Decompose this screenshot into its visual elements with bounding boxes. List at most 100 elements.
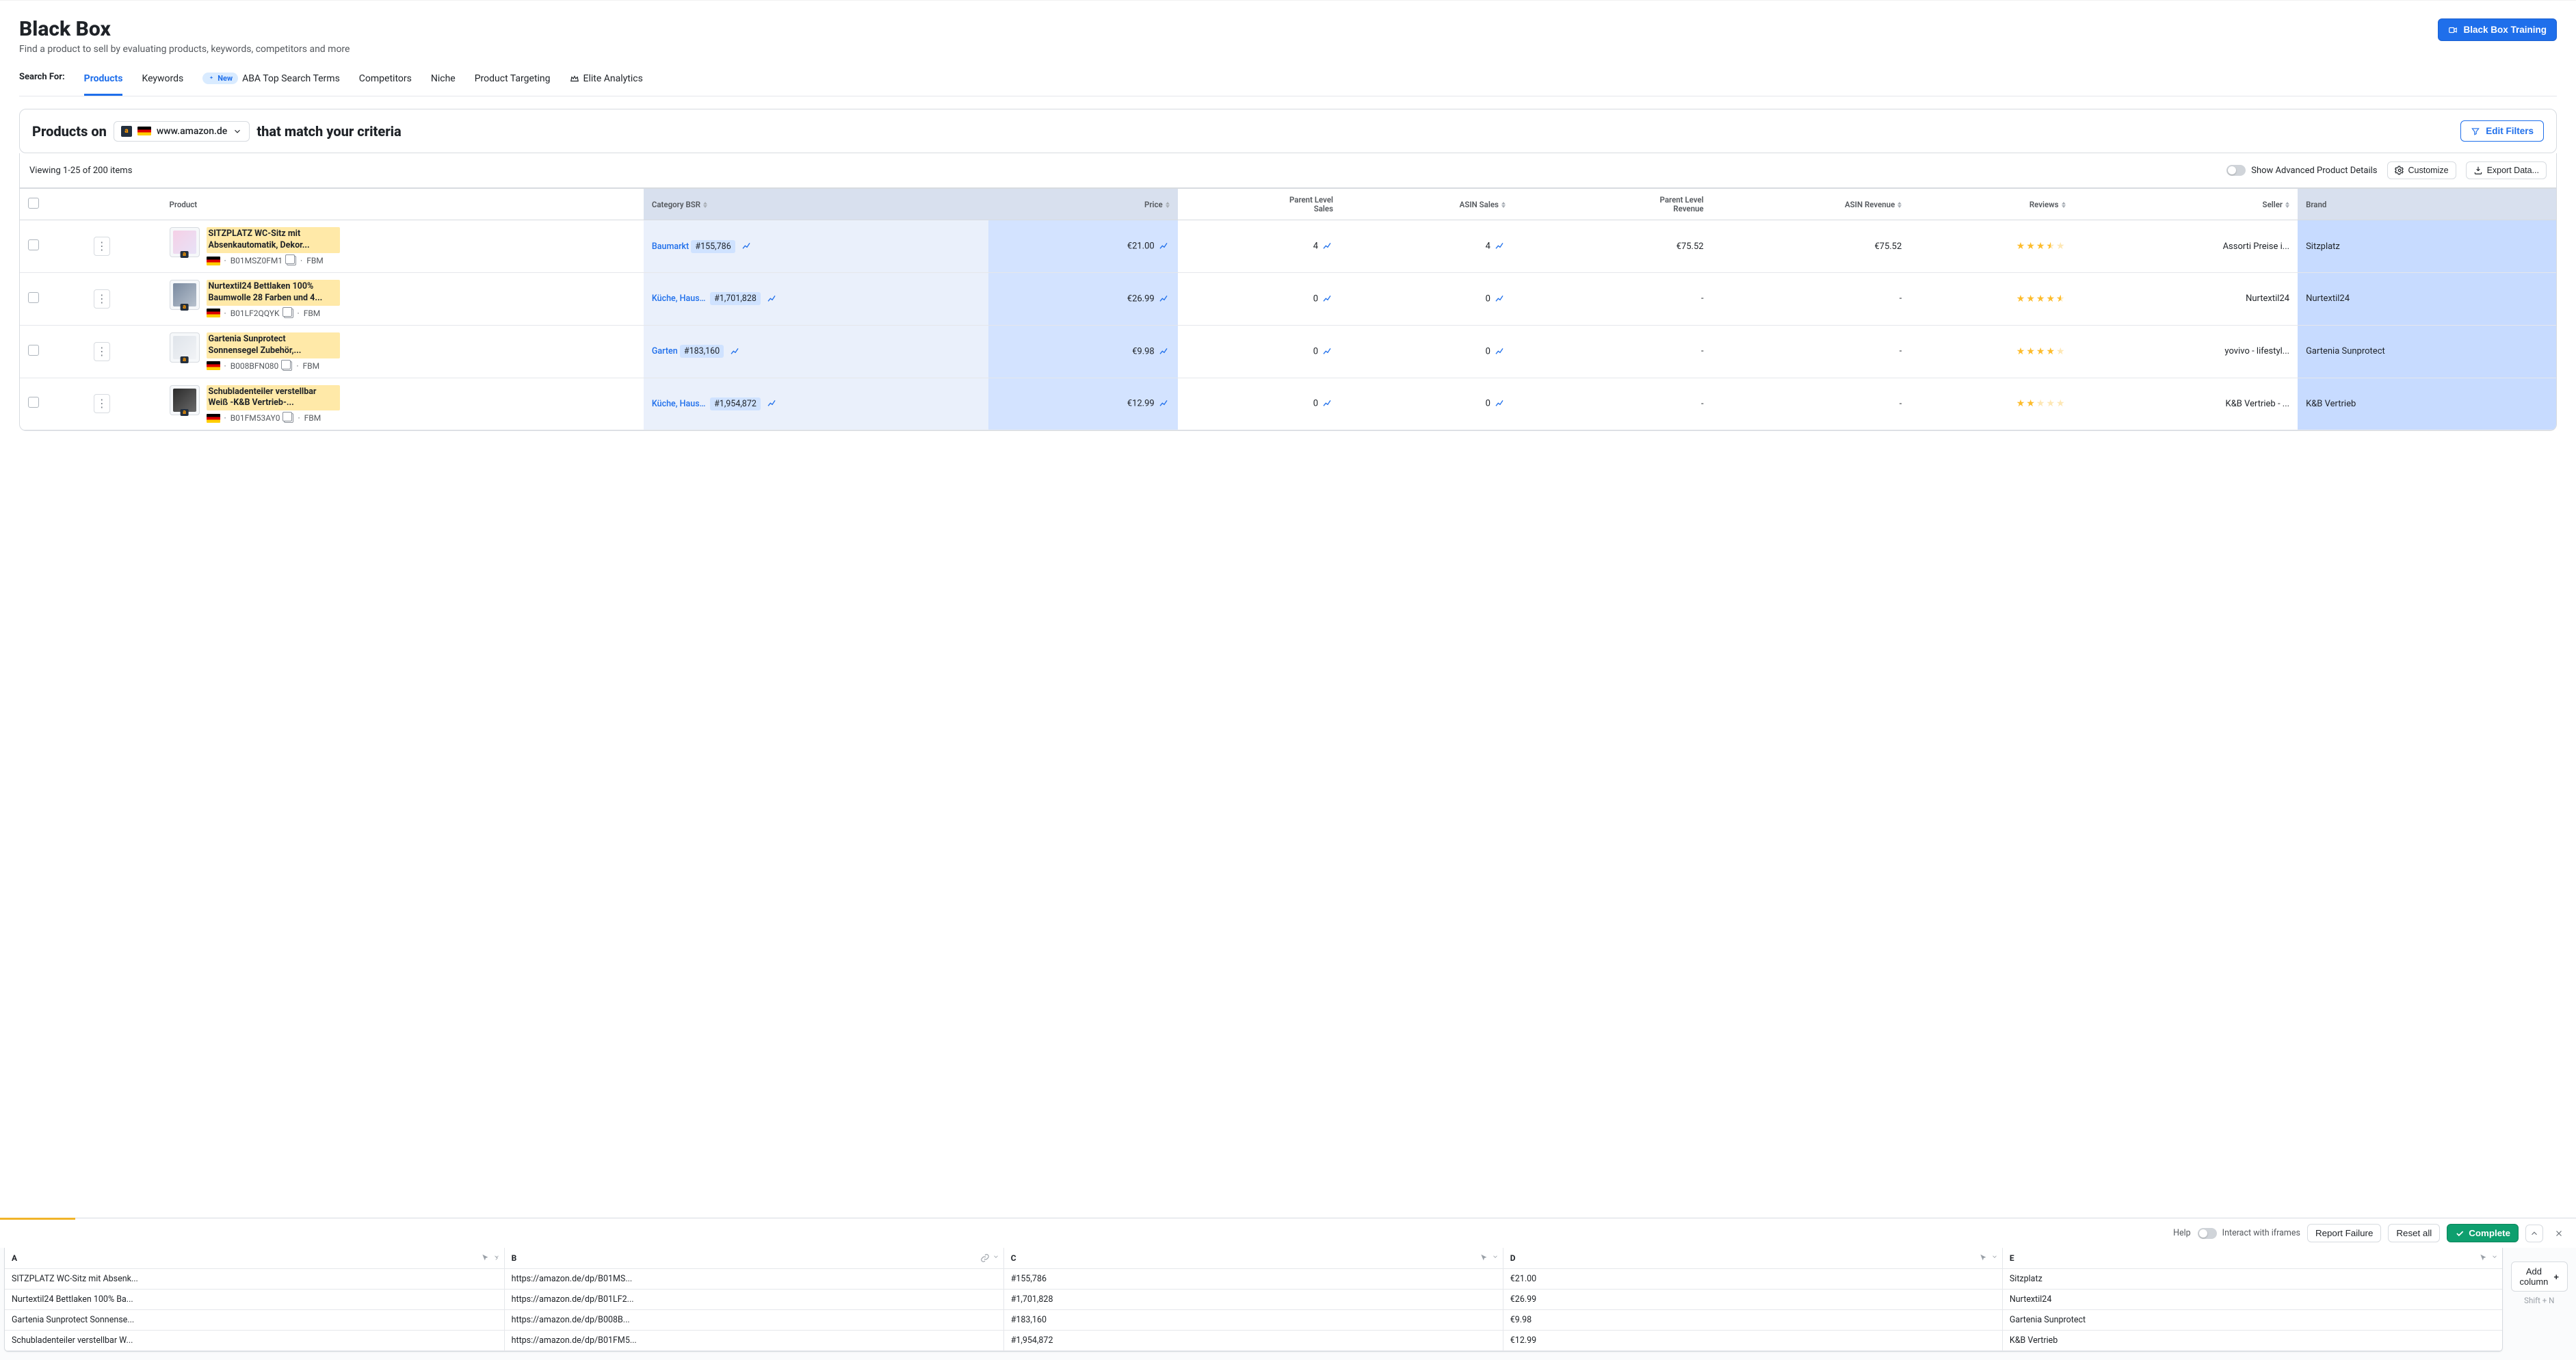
col-category-bsr[interactable]: Category BSR [644, 189, 988, 220]
sheet-cell[interactable]: €9.98 [1503, 1310, 2002, 1331]
export-button[interactable]: Export Data... [2466, 161, 2547, 179]
copy-icon[interactable] [287, 256, 296, 265]
tab-product-targeting[interactable]: Product Targeting [475, 69, 551, 96]
trend-icon[interactable] [1159, 398, 1170, 409]
trend-icon[interactable] [1495, 293, 1506, 304]
sheet-cell[interactable]: Sitzplatz [2002, 1269, 2501, 1290]
row-menu-button[interactable]: ⋮ [94, 237, 110, 256]
tab-aba-top-search-terms[interactable]: New ABA Top Search Terms [202, 68, 340, 96]
trend-icon[interactable] [767, 398, 778, 409]
sheet-cell[interactable]: https://amazon.de/dp/B01MS... [504, 1269, 1003, 1290]
sheet-cell[interactable]: https://amazon.de/dp/B01FM5... [504, 1331, 1003, 1351]
report-failure-button[interactable]: Report Failure [2307, 1224, 2381, 1242]
trend-icon[interactable] [1322, 293, 1333, 304]
col-reviews[interactable]: Reviews [1910, 189, 2073, 220]
product-thumbnail[interactable]: a [170, 280, 200, 310]
category-link[interactable]: Garten [652, 346, 678, 356]
edit-filters-button[interactable]: Edit Filters [2460, 120, 2544, 142]
row-checkbox[interactable] [28, 292, 39, 303]
trend-icon[interactable] [741, 241, 752, 252]
select-all-checkbox[interactable] [28, 198, 39, 209]
results-count: Viewing 1-25 of 200 items [29, 166, 132, 176]
advanced-details-toggle[interactable] [2226, 165, 2246, 176]
sheet-cell[interactable]: €26.99 [1503, 1290, 2002, 1310]
chevron-down-icon [993, 1253, 999, 1260]
product-title[interactable]: Gartenia Sunprotect Sonnensegel Zubehör,… [207, 332, 340, 358]
category-link[interactable]: Baumarkt [652, 241, 689, 252]
trend-icon[interactable] [1495, 346, 1506, 357]
iframes-toggle[interactable] [2198, 1228, 2217, 1239]
product-title[interactable]: Schubladenteiler verstellbar Weiß -K&B V… [207, 385, 340, 411]
sheet-cell[interactable]: #1,701,828 [1003, 1290, 1503, 1310]
sheet-col-d[interactable]: D [1503, 1248, 2002, 1269]
sheet-cell[interactable]: Schubladenteiler verstellbar W... [5, 1331, 504, 1351]
product-thumbnail[interactable]: a [170, 385, 200, 415]
training-button[interactable]: Black Box Training [2438, 18, 2557, 41]
complete-button[interactable]: Complete [2447, 1224, 2519, 1242]
sheet-cell[interactable]: Gartenia Sunprotect Sonnense... [5, 1310, 504, 1331]
trend-icon[interactable] [1159, 293, 1170, 304]
copy-icon[interactable] [284, 309, 293, 318]
product-title[interactable]: Nurtextil24 Bettlaken 100% Baumwolle 28 … [207, 280, 340, 306]
trend-icon[interactable] [1159, 346, 1170, 357]
help-link[interactable]: Help [2173, 1228, 2191, 1238]
trend-icon[interactable] [1159, 241, 1170, 252]
row-menu-button[interactable]: ⋮ [94, 289, 110, 309]
col-product[interactable]: Product [161, 189, 644, 220]
marketplace-select[interactable]: a www.amazon.de [114, 121, 250, 142]
customize-button[interactable]: Customize [2387, 161, 2456, 179]
trend-icon[interactable] [1495, 398, 1506, 409]
category-link[interactable]: Küche, Hausha... [652, 293, 708, 304]
sheet-cell[interactable]: #183,160 [1003, 1310, 1503, 1331]
chevron-down-icon [1492, 1253, 1499, 1260]
reset-all-button[interactable]: Reset all [2388, 1224, 2440, 1242]
col-parent-revenue[interactable]: Parent LevelRevenue [1514, 189, 1712, 220]
row-checkbox[interactable] [28, 239, 39, 250]
col-asin-revenue[interactable]: ASIN Revenue [1712, 189, 1910, 220]
sheet-cell[interactable]: https://amazon.de/dp/B01LF2... [504, 1290, 1003, 1310]
sheet-cell[interactable]: Gartenia Sunprotect [2002, 1310, 2501, 1331]
close-button[interactable] [2550, 1225, 2568, 1242]
row-menu-button[interactable]: ⋮ [94, 394, 110, 413]
row-checkbox[interactable] [28, 397, 39, 408]
sheet-cell[interactable]: Nurtextil24 Bettlaken 100% Ba... [5, 1290, 504, 1310]
col-price[interactable]: Price [988, 189, 1178, 220]
tab-keywords[interactable]: Keywords [142, 69, 183, 96]
trend-icon[interactable] [767, 293, 778, 304]
sheet-cell[interactable]: €21.00 [1503, 1269, 2002, 1290]
sheet-col-a[interactable]: A [5, 1248, 504, 1269]
product-thumbnail[interactable]: a [170, 332, 200, 363]
trend-icon[interactable] [730, 346, 741, 357]
row-menu-button[interactable]: ⋮ [94, 342, 110, 361]
sheet-col-b[interactable]: B [504, 1248, 1003, 1269]
sheet-col-c[interactable]: C [1003, 1248, 1503, 1269]
sheet-cell[interactable]: #155,786 [1003, 1269, 1503, 1290]
trend-icon[interactable] [1322, 241, 1333, 252]
col-asin-sales[interactable]: ASIN Sales [1341, 189, 1514, 220]
col-seller[interactable]: Seller [2074, 189, 2298, 220]
copy-icon[interactable] [284, 413, 293, 423]
trend-icon[interactable] [1322, 398, 1333, 409]
tab-competitors[interactable]: Competitors [359, 69, 412, 96]
sheet-cell[interactable]: #1,954,872 [1003, 1331, 1503, 1351]
collapse-button[interactable] [2525, 1225, 2543, 1242]
sheet-col-e[interactable]: E [2002, 1248, 2501, 1269]
tab-products[interactable]: Products [84, 69, 123, 96]
sheet-cell[interactable]: K&B Vertrieb [2002, 1331, 2501, 1351]
tab-elite-analytics[interactable]: Elite Analytics [570, 69, 643, 96]
row-checkbox[interactable] [28, 345, 39, 356]
sheet-cell[interactable]: Nurtextil24 [2002, 1290, 2501, 1310]
add-column-button[interactable]: Add column + [2511, 1261, 2568, 1292]
trend-icon[interactable] [1322, 346, 1333, 357]
trend-icon[interactable] [1495, 241, 1506, 252]
sheet-cell[interactable]: https://amazon.de/dp/B008B... [504, 1310, 1003, 1331]
product-thumbnail[interactable]: a [170, 227, 200, 257]
sheet-cell[interactable]: SITZPLATZ WC-Sitz mit Absenk... [5, 1269, 504, 1290]
tab-niche[interactable]: Niche [431, 69, 456, 96]
category-link[interactable]: Küche, Hausha... [652, 399, 708, 409]
copy-icon[interactable] [282, 361, 292, 371]
product-title[interactable]: SITZPLATZ WC-Sitz mit Absenkautomatik, D… [207, 227, 340, 253]
col-brand[interactable]: Brand [2298, 189, 2556, 220]
sheet-cell[interactable]: €12.99 [1503, 1331, 2002, 1351]
col-parent-sales[interactable]: Parent LevelSales [1178, 189, 1341, 220]
